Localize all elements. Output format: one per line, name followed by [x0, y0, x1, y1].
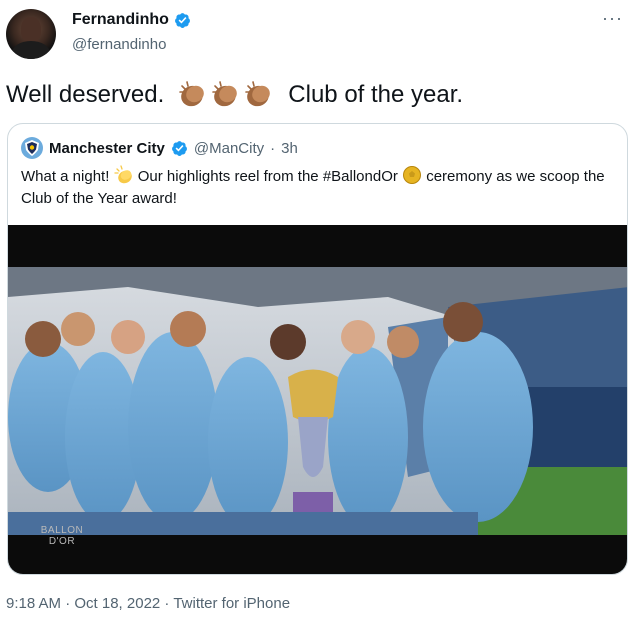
- author-avatar[interactable]: [6, 9, 56, 59]
- author-display-name[interactable]: Fernandinho: [72, 11, 169, 29]
- tweet-text: Well deserved. Club of the year.: [6, 80, 463, 110]
- quoted-tweet-header: Manchester City @ManCity · 3h: [21, 137, 298, 159]
- quoted-tweet-text: What a night! Our highlights reel from t…: [21, 165, 611, 210]
- trophy-celebration-image: [8, 267, 627, 535]
- clapping-hands-emoji-group: [178, 80, 274, 110]
- tweet-timestamp[interactable]: 9:18 AM · Oct 18, 2022 · Twitter for iPh…: [6, 595, 290, 612]
- author-name-row[interactable]: Fernandinho: [72, 11, 191, 29]
- more-options-icon[interactable]: ···: [602, 8, 623, 29]
- quoted-separator: ·: [270, 139, 276, 157]
- logo-line-2: D'OR: [48, 536, 76, 547]
- logo-line-1: BALLON: [40, 525, 84, 536]
- quoted-tweet-video[interactable]: BALLON D'OR: [8, 225, 627, 574]
- quoted-text-part-1: What a night!: [21, 168, 110, 185]
- clapping-hands-icon: [179, 81, 205, 107]
- quoted-tweet-card[interactable]: Manchester City @ManCity · 3h What a nig…: [7, 123, 628, 575]
- mancity-crest-icon: [25, 140, 39, 156]
- clap-emoji-icon: [113, 165, 132, 184]
- quoted-handle[interactable]: @ManCity: [194, 140, 264, 157]
- verified-badge-icon: [174, 12, 190, 28]
- verified-badge-icon: [171, 140, 187, 156]
- mancity-crest-avatar[interactable]: [21, 137, 43, 159]
- author-handle[interactable]: @fernandinho: [72, 36, 166, 53]
- quoted-time[interactable]: 3h: [281, 140, 298, 157]
- quoted-display-name[interactable]: Manchester City: [49, 140, 165, 157]
- quoted-text-part-2: Our highlights reel from the #BallondOr: [137, 168, 398, 185]
- golden-ball-icon: [403, 166, 422, 184]
- clapping-hands-icon: [245, 81, 271, 107]
- ballon-dor-logo: BALLON D'OR: [36, 525, 88, 547]
- clapping-hands-icon: [212, 81, 238, 107]
- tweet-text-part-2: Club of the year.: [288, 81, 464, 108]
- tweet-text-part-1: Well deserved.: [6, 81, 165, 108]
